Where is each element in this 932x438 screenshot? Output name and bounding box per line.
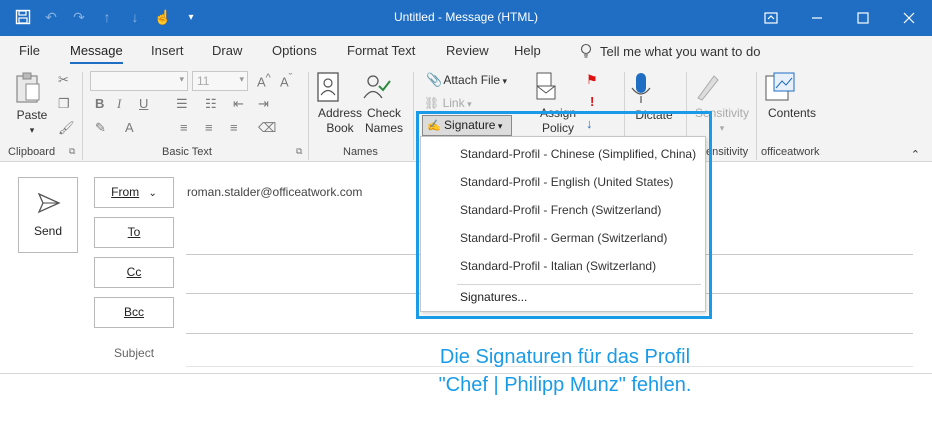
sensitivity-icon (694, 72, 750, 102)
assign-policy-icon (534, 72, 582, 102)
to-button[interactable]: To (94, 217, 174, 248)
shrink-font-icon[interactable]: Aˇ (280, 72, 292, 89)
contents-button[interactable]: Contents (764, 72, 820, 121)
maximize-icon[interactable] (840, 0, 886, 36)
tell-me-label: Tell me what you want to do (600, 44, 761, 59)
names-group-label: Names (343, 146, 378, 158)
separator (413, 72, 414, 160)
separator (756, 72, 757, 160)
tab-review[interactable]: Review (446, 43, 489, 58)
send-icon (37, 192, 61, 214)
check-names-button[interactable]: Check Names (362, 72, 406, 136)
clipboard-launcher-icon[interactable]: ⧉ (69, 146, 75, 157)
minimize-icon[interactable] (794, 0, 840, 36)
window-controls (748, 0, 932, 36)
basic-text-launcher-icon[interactable]: ⧉ (296, 146, 302, 157)
ribbon-tabs: File Message Insert Draw Options Format … (0, 36, 932, 66)
font-color-icon[interactable]: A (125, 120, 134, 135)
tab-insert[interactable]: Insert (151, 43, 184, 58)
underline-icon[interactable]: U (139, 96, 148, 111)
basic-text-group-label: Basic Text (162, 146, 212, 158)
lightbulb-icon (580, 43, 592, 59)
increase-indent-icon[interactable]: ⇥ (258, 96, 269, 112)
cc-button[interactable]: Cc (94, 257, 174, 288)
attach-file-button[interactable]: 📎 Attach File ▾ (426, 72, 507, 89)
microphone-icon (630, 72, 678, 104)
separator (82, 72, 83, 160)
align-right-icon[interactable]: ≡ (230, 120, 238, 135)
address-book-icon (316, 72, 364, 102)
contents-label: Contents (767, 106, 817, 120)
separator (308, 72, 309, 160)
numbering-icon[interactable]: ☷ (205, 96, 217, 112)
clear-formatting-icon[interactable]: ⌫ (258, 120, 276, 136)
tab-options[interactable]: Options (272, 43, 317, 58)
caption-line-2: "Chef | Philipp Munz" fehlen. (438, 374, 692, 396)
clipboard-group-label: Clipboard (8, 146, 56, 158)
grow-font-icon[interactable]: A^ (257, 72, 271, 89)
highlight-icon[interactable]: ✎ (95, 120, 106, 136)
bcc-button[interactable]: Bcc (94, 297, 174, 328)
font-name-box[interactable]: ▾ (90, 71, 188, 91)
collapse-ribbon-icon[interactable]: ⌃ (911, 148, 920, 161)
address-book-label-1: Address (317, 106, 363, 120)
attach-file-label: Attach File (443, 73, 501, 87)
format-painter-icon[interactable]: 🖌 (58, 120, 75, 136)
check-names-icon (362, 72, 406, 102)
tab-format-text[interactable]: Format Text (347, 43, 415, 58)
font-size-value: 11 (197, 74, 210, 88)
tab-message[interactable]: Message (70, 43, 123, 64)
link-button[interactable]: ⛓ Link ▾ (424, 96, 472, 112)
ribbon-display-icon[interactable] (748, 0, 794, 36)
address-book-button[interactable]: Address Book (316, 72, 364, 136)
from-label: From (111, 185, 140, 199)
decrease-indent-icon[interactable]: ⇤ (233, 96, 244, 112)
from-address: roman.stalder@officeatwork.com (187, 185, 363, 199)
align-left-icon[interactable]: ≡ (180, 120, 188, 135)
subject-label: Subject (114, 346, 155, 360)
bullets-icon[interactable]: ☰ (176, 96, 188, 112)
title-bar: ↶ ↷ ↑ ↓ ☝ ▾ Untitled - Message (HTML) (0, 0, 932, 36)
bcc-label: Bcc (123, 305, 144, 319)
cut-icon[interactable]: ✂ (58, 72, 69, 88)
chevron-down-icon: ⌄ (148, 188, 157, 199)
link-label: Link (442, 96, 465, 110)
link-icon: ⛓ (424, 96, 440, 110)
highlight-frame (416, 111, 712, 319)
bold-icon[interactable]: B (95, 96, 104, 111)
paste-label: Paste (16, 108, 48, 122)
close-icon[interactable] (886, 0, 932, 36)
to-label: To (127, 225, 141, 239)
check-names-label-2: Names (364, 121, 403, 135)
contents-icon (764, 72, 820, 102)
caption-line-1: Die Signaturen für das Profil (439, 346, 691, 368)
paste-button[interactable]: Paste ▾ (14, 72, 50, 138)
send-button[interactable]: Send (18, 177, 78, 253)
align-center-icon[interactable]: ≡ (205, 120, 213, 135)
tell-me-search[interactable]: Tell me what you want to do (580, 43, 760, 59)
address-book-label-2: Book (326, 121, 354, 135)
paperclip-icon: 📎 (426, 72, 443, 87)
send-label: Send (33, 224, 63, 238)
check-names-label-1: Check (366, 106, 401, 120)
tab-help[interactable]: Help (514, 43, 541, 58)
sensitivity-group-label: ensitivity (706, 146, 749, 158)
flag-icon[interactable]: ⚑ (586, 72, 598, 88)
italic-icon[interactable]: I (117, 96, 121, 112)
cc-label: Cc (126, 265, 142, 279)
high-importance-icon[interactable]: ! (590, 94, 594, 109)
tab-file[interactable]: File (19, 43, 40, 58)
bcc-field[interactable] (186, 333, 913, 334)
clipboard-icon (14, 72, 50, 104)
tab-draw[interactable]: Draw (212, 43, 242, 58)
officeatwork-group-label: officeatwork (761, 146, 820, 158)
copy-icon[interactable]: ❐ (58, 96, 70, 112)
font-size-box[interactable]: 11 ▾ (192, 71, 248, 91)
from-button[interactable]: From ⌄ (94, 177, 174, 208)
